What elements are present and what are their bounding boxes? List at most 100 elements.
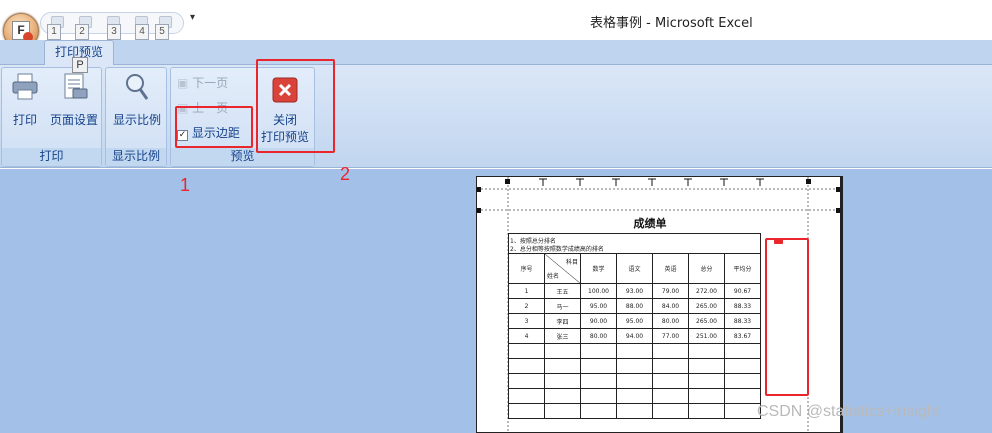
table-cell: 93.00 <box>616 283 653 299</box>
table-cell-empty <box>508 358 545 374</box>
header-index: 序号 <box>508 253 545 284</box>
table-cell-empty <box>724 403 761 419</box>
table-cell-empty <box>724 343 761 359</box>
qat-keytip-3: 3 <box>107 24 121 40</box>
header-math: 数学 <box>580 253 617 284</box>
group-zoom-label: 显示比例 <box>106 148 166 166</box>
print-button[interactable]: 打印 <box>6 72 44 128</box>
magnifier-icon <box>126 74 149 100</box>
table-cell: 88.00 <box>616 298 653 314</box>
table-row-empty <box>508 388 761 404</box>
table-cell: 88.33 <box>724 298 761 314</box>
table-cell: 84.00 <box>652 298 689 314</box>
table-cell-empty <box>724 358 761 374</box>
table-cell: 王五 <box>544 283 581 299</box>
table-cell-empty <box>508 343 545 359</box>
table-cell-empty <box>616 373 653 389</box>
table-cell-empty <box>688 373 725 389</box>
table-cell: 李四 <box>544 313 581 329</box>
zoom-button-label: 显示比例 <box>112 113 161 127</box>
table-row: 4 张三 80.00 94.00 77.00 251.00 83.67 <box>508 328 761 344</box>
grade-table: 序号 科目 姓名 数学 语文 英语 总分 平均分 1 王五 100.00 93.00 7… <box>508 253 761 419</box>
group-print: 打印 页面设置 打印 <box>1 67 102 167</box>
qat-keytip-2: 2 <box>75 24 89 40</box>
table-cell-empty <box>544 358 581 374</box>
table-cell: 2 <box>508 298 545 314</box>
table-cell-empty <box>544 388 581 404</box>
margin-handle-icon[interactable] <box>774 239 783 244</box>
qat-customize-icon[interactable]: ▾ <box>190 12 195 23</box>
watermark: CSDN @statistics+insight <box>757 403 940 420</box>
next-page-icon: ▣ <box>177 76 189 90</box>
table-row: 1 王五 100.00 93.00 79.00 272.00 90.67 <box>508 283 761 299</box>
qat-keytip-4: 4 <box>135 24 149 40</box>
table-cell-empty <box>508 388 545 404</box>
table-cell-empty <box>616 358 653 374</box>
table-cell-empty <box>508 403 545 419</box>
table-cell-empty <box>688 388 725 404</box>
table-body: 1 王五 100.00 93.00 79.00 272.00 90.67 2 马一 95.00 88… <box>508 283 761 419</box>
annotation-box-1 <box>175 106 253 148</box>
table-cell: 265.00 <box>688 313 725 329</box>
header-total: 总分 <box>688 253 725 284</box>
table-cell: 4 <box>508 328 545 344</box>
table-cell-empty <box>724 388 761 404</box>
table-cell-empty <box>544 373 581 389</box>
table-cell-empty <box>652 358 689 374</box>
table-cell: 251.00 <box>688 328 725 344</box>
table-cell: 3 <box>508 313 545 329</box>
table-cell-empty <box>688 343 725 359</box>
table-cell-empty <box>616 403 653 419</box>
table-cell: 1 <box>508 283 545 299</box>
table-cell: 95.00 <box>616 313 653 329</box>
printer-icon <box>12 73 38 100</box>
annotation-box-margin <box>765 238 809 396</box>
table-cell: 90.67 <box>724 283 761 299</box>
table-cell: 77.00 <box>652 328 689 344</box>
table-cell-empty <box>580 388 617 404</box>
table-cell-empty <box>580 373 617 389</box>
group-print-label: 打印 <box>2 148 101 166</box>
table-cell: 80.00 <box>580 328 617 344</box>
print-button-label: 打印 <box>12 113 37 127</box>
table-cell: 83.67 <box>724 328 761 344</box>
page-setup-label: 页面设置 <box>49 113 98 127</box>
table-cell-empty <box>688 358 725 374</box>
table-cell-empty <box>580 343 617 359</box>
header-subject: 科目 <box>565 259 578 266</box>
table-cell: 272.00 <box>688 283 725 299</box>
next-page-button[interactable]: ▣ 下一页 <box>177 74 228 91</box>
table-row-empty <box>508 358 761 374</box>
notes-box <box>508 233 761 253</box>
table-cell-empty <box>652 343 689 359</box>
header-english: 英语 <box>652 253 689 284</box>
header-name: 姓名 <box>547 273 560 280</box>
page-setup-icon <box>64 73 88 99</box>
table-cell-empty <box>616 388 653 404</box>
table-cell: 80.00 <box>652 313 689 329</box>
table-cell: 100.00 <box>580 283 617 299</box>
table-header-row: 序号 科目 姓名 数学 语文 英语 总分 平均分 <box>508 253 761 284</box>
table-cell: 马一 <box>544 298 581 314</box>
header-chinese: 语文 <box>616 253 653 284</box>
table-row-empty <box>508 403 761 419</box>
ribbon-tab-strip <box>0 40 992 64</box>
table-cell: 张三 <box>544 328 581 344</box>
table-cell-empty <box>652 403 689 419</box>
table-cell: 90.00 <box>580 313 617 329</box>
table-cell: 88.33 <box>724 313 761 329</box>
window-title: 表格事例 - Microsoft Excel <box>590 16 753 31</box>
page-setup-button[interactable]: 页面设置 <box>46 72 102 128</box>
sheet-title: 成绩单 <box>633 217 667 230</box>
qat-keytip-5: 5 <box>155 24 169 40</box>
table-cell-empty <box>724 373 761 389</box>
header-subject-name: 科目 姓名 <box>544 253 581 284</box>
tab-keytip: P <box>72 57 88 73</box>
table-cell-empty <box>688 403 725 419</box>
next-page-label: 下一页 <box>192 76 229 90</box>
annotation-label-1: 1 <box>180 175 191 195</box>
header-average: 平均分 <box>724 253 761 284</box>
zoom-button[interactable]: 显示比例 <box>108 72 166 128</box>
annotation-box-2 <box>256 59 335 153</box>
table-cell-empty <box>544 343 581 359</box>
